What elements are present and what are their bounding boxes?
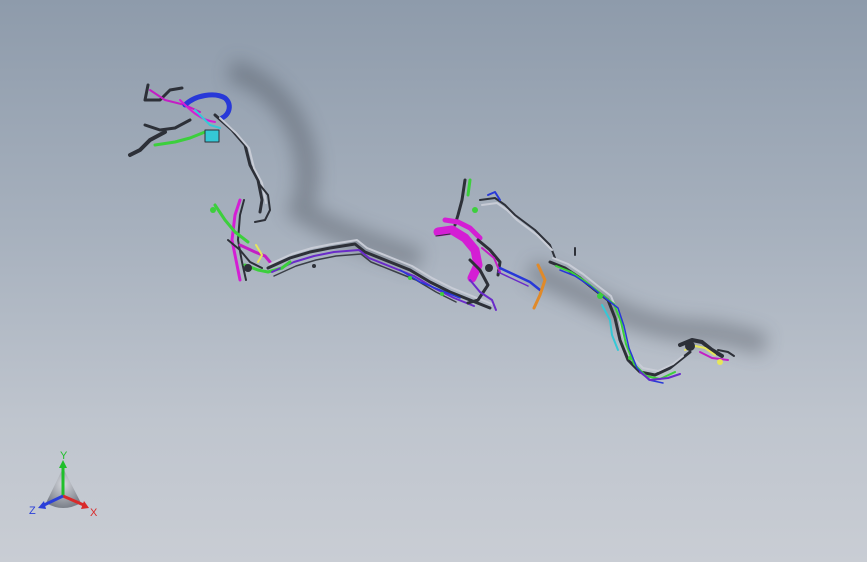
graphics-viewport[interactable]: Y X Z — [0, 0, 867, 562]
triad-x-label: X — [90, 507, 98, 519]
triad-z-label: Z — [29, 505, 36, 517]
axis-triad: Y X Z — [29, 450, 98, 519]
left-pipe-cluster[interactable] — [128, 83, 284, 282]
center-manifold-cluster[interactable] — [433, 178, 556, 311]
model-shadow — [226, 59, 769, 356]
triad-y-label: Y — [60, 450, 68, 462]
pipe-assembly-model[interactable] — [0, 0, 867, 562]
